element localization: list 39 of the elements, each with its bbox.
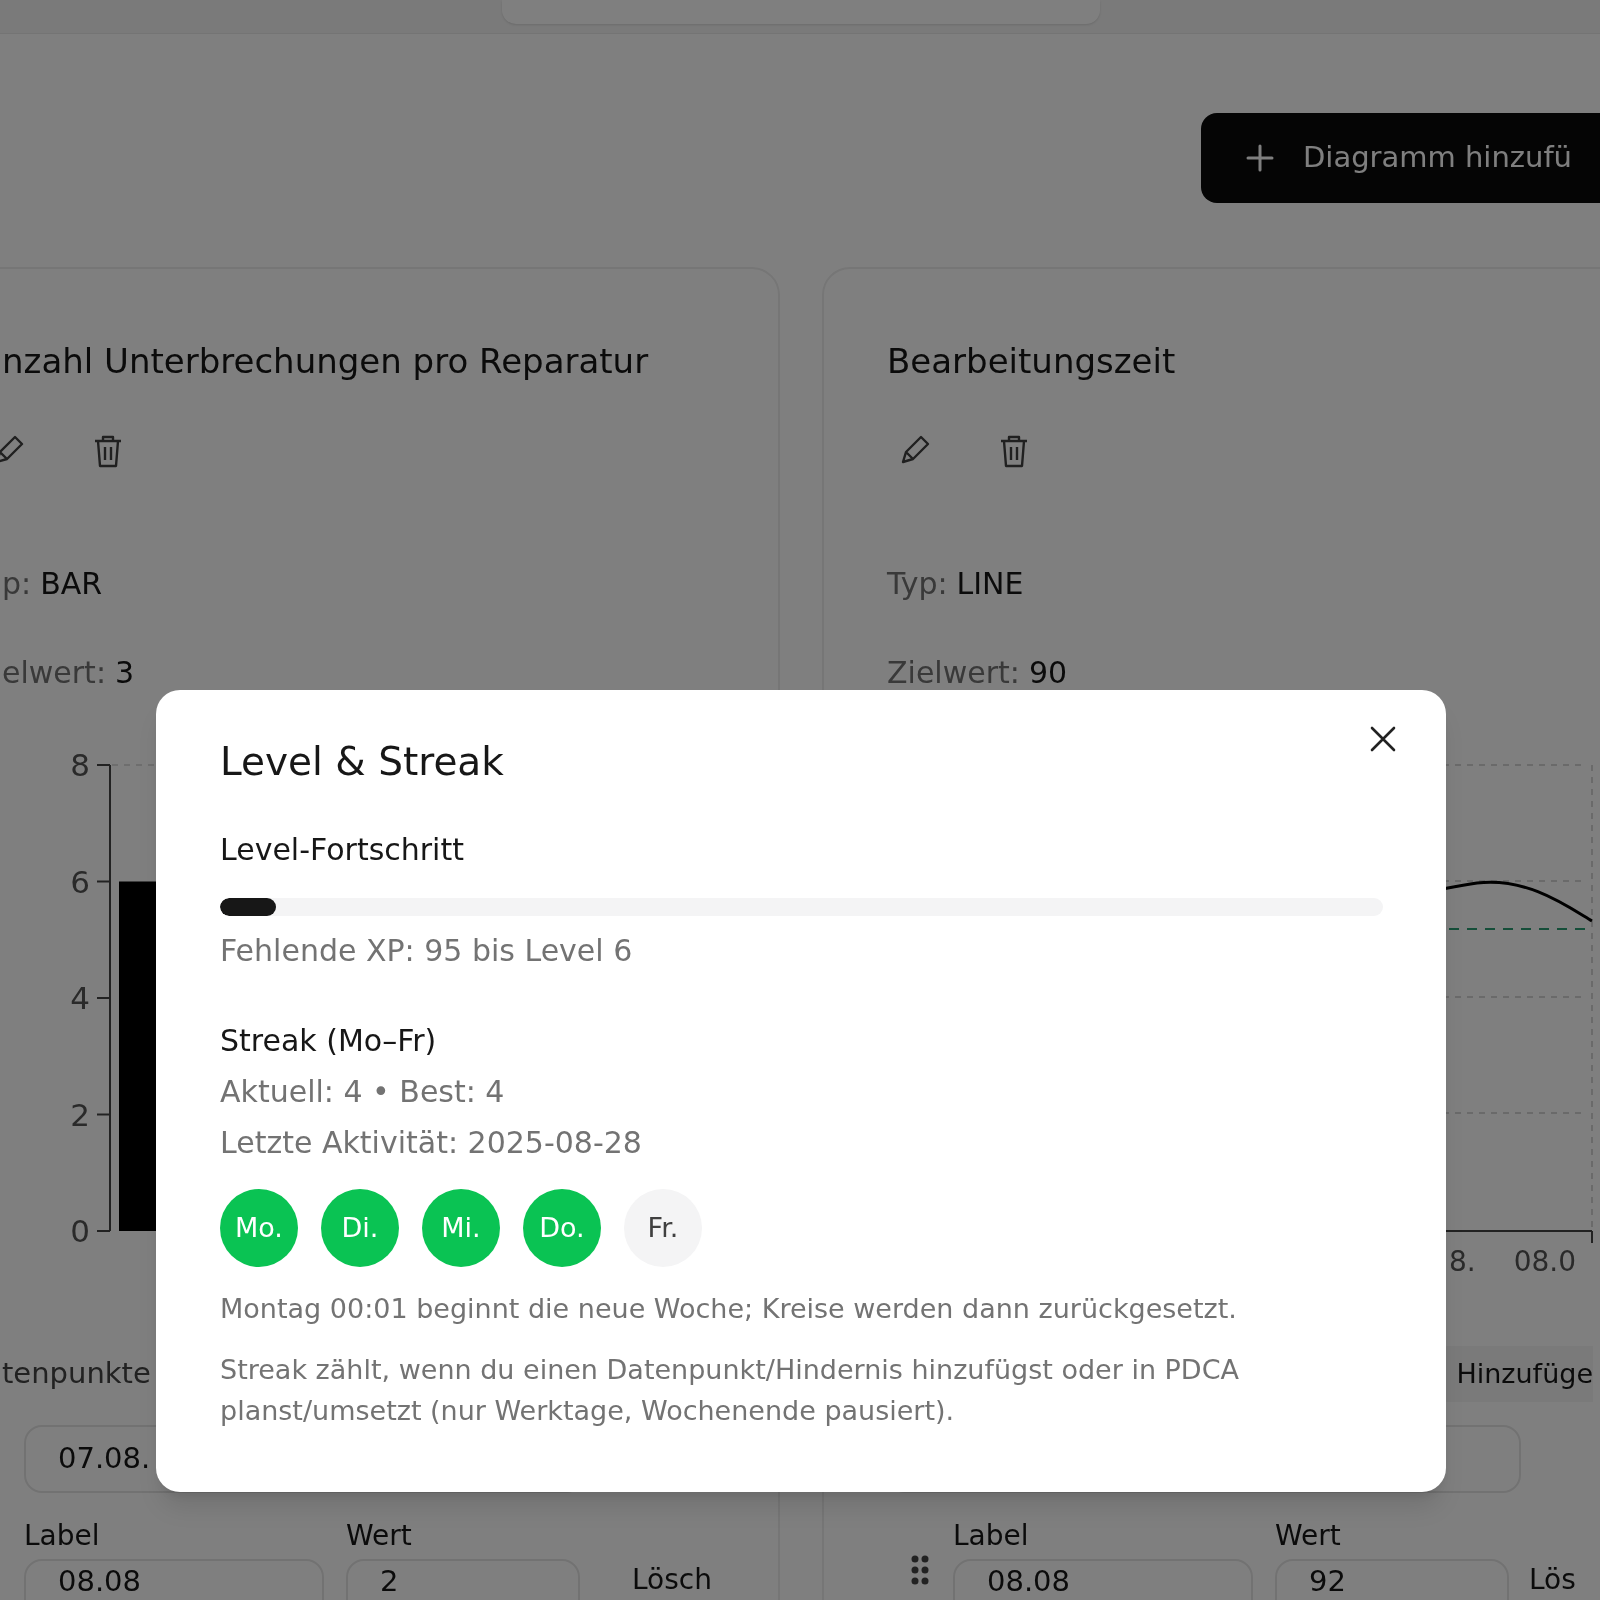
type-label: Typ: — [887, 566, 948, 602]
label-field[interactable]: 08.08 — [24, 1559, 324, 1600]
tick-label: 0 — [70, 1213, 90, 1249]
field-label: Label — [24, 1519, 101, 1553]
note-text: Montag 00:01 beginnt die neue Woche; Kreise werden dann zurückgesetzt. — [220, 1292, 1238, 1326]
section-heading: Level-Fortschritt — [220, 832, 465, 868]
field-label: Wert — [1275, 1519, 1342, 1553]
card-title: nzahl Unterbrechungen pro Reparatur — [2, 341, 650, 381]
target-label: Zielwert: — [887, 655, 1020, 691]
streak-stats: Aktuell: 4 • Best: 4 — [220, 1074, 506, 1110]
section-heading: Streak (Mo–Fr) — [220, 1023, 438, 1059]
axis-label: 08.0 — [1513, 1244, 1577, 1280]
dialog-title: Level & Streak — [220, 739, 505, 785]
field-label: Label — [953, 1519, 1030, 1553]
axis-label: 8. — [1449, 1244, 1476, 1280]
tick-label: 6 — [70, 863, 90, 900]
xp-text: Fehlende XP: 95 bis Level 6 — [220, 933, 634, 969]
last-activity: Letzte Aktivität: 2025-08-28 — [220, 1125, 643, 1161]
target-value: 3 — [115, 655, 135, 691]
section-heading: tenpunkte — [2, 1355, 151, 1393]
value-field[interactable]: 2 — [346, 1559, 580, 1600]
plus-icon — [1245, 143, 1275, 173]
delete-row-button[interactable]: Lösch — [632, 1563, 712, 1597]
tick-label: 8 — [70, 747, 90, 783]
add-chart-button[interactable]: Diagramm hinzufü — [1201, 113, 1600, 203]
target-label: elwert: — [2, 655, 106, 691]
type-value: LINE — [956, 566, 1024, 602]
type-value: BAR — [40, 566, 103, 602]
delete-row-button[interactable]: Lös — [1529, 1563, 1576, 1597]
drag-handle-icon[interactable] — [909, 1553, 931, 1587]
tick-label: 4 — [70, 980, 90, 1016]
tick-label: 2 — [70, 1096, 90, 1133]
label-field[interactable]: 08.08 — [953, 1559, 1253, 1600]
field-label: Wert — [346, 1519, 413, 1553]
card-title: Bearbeitungszeit — [887, 341, 1177, 381]
value-field[interactable]: 92 — [1275, 1559, 1509, 1600]
note-text: Streak zählt, wenn du einen Datenpunkt/Hindernis hinzufügst oder in PDCA planst/umsetzt (nur Werktage, Wochenende pausiert). — [220, 1353, 1240, 1428]
target-value: 90 — [1028, 655, 1068, 691]
type-label: p: — [2, 566, 32, 602]
